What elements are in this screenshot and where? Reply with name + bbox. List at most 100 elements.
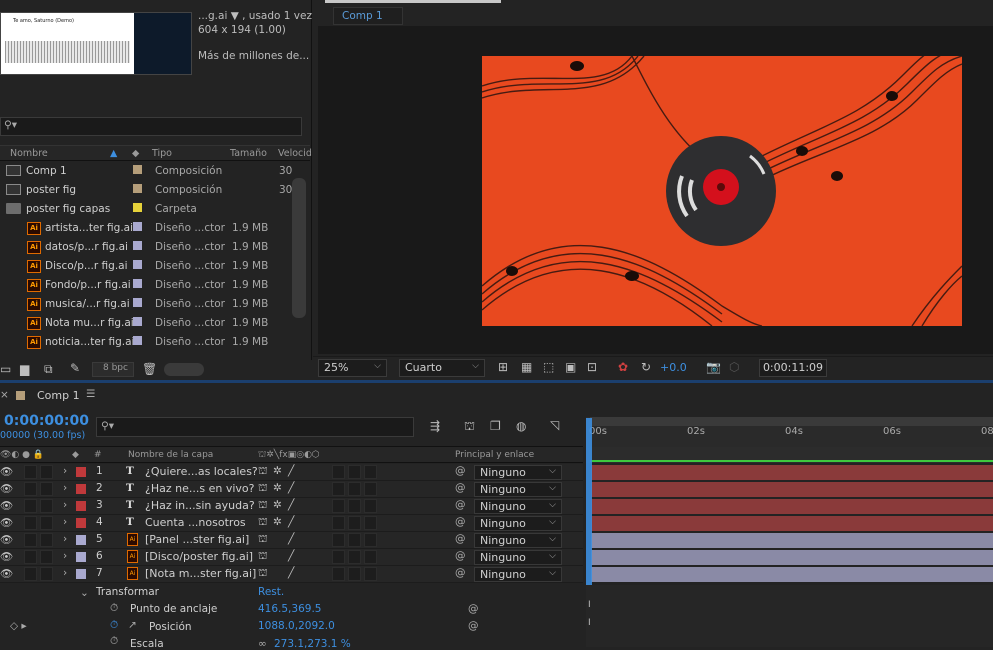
label-color[interactable] (133, 279, 142, 288)
label-color[interactable] (133, 336, 142, 345)
eye-icon[interactable]: 👁 (0, 550, 13, 563)
constrain-link-icon[interactable]: ∞ (258, 638, 267, 650)
stopwatch-icon[interactable]: ⏱ (110, 635, 118, 648)
guides-icon[interactable]: ⊡ (587, 360, 597, 374)
layer-row[interactable]: 👁 › 2 T ¿Haz ne...s en vivo? ⛫ ✲ ╱ @ Ninguno ⌵ (0, 481, 583, 498)
layer-row[interactable]: 👁 › 6 Ai [Disco/poster fig.ai] ⛫ ╱ @ Ninguno ⌵ (0, 549, 583, 566)
shy-switch-icon[interactable]: ⛫ (258, 499, 268, 513)
project-scrollbar[interactable] (292, 178, 306, 318)
pick-whip-icon[interactable]: @ (455, 499, 466, 511)
frame-blending-icon[interactable]: ◍ (516, 419, 526, 433)
layer-duration-bar[interactable] (591, 465, 993, 480)
lock-switch[interactable] (40, 550, 53, 564)
transform-reset-link[interactable]: Rest. (258, 586, 284, 598)
layer-row[interactable]: 👁 › 3 T ¿Haz in...sin ayuda? ⛫ ✲ ╱ @ Ninguno ⌵ (0, 498, 583, 515)
lock-switch[interactable] (40, 516, 53, 530)
anchor-point-value[interactable]: 416.5,369.5 (258, 603, 321, 615)
column-parent[interactable]: Principal y enlace (455, 450, 534, 460)
eye-icon[interactable]: 👁 (0, 567, 13, 580)
layer-name[interactable]: ¿Haz ne...s en vivo? (145, 482, 254, 495)
fast-previews-icon[interactable]: ⊞ (498, 360, 508, 374)
quality-switch-icon[interactable]: ╱ (288, 499, 294, 511)
solo-switch[interactable] (24, 465, 37, 479)
chevron-right-icon[interactable]: › (63, 533, 67, 545)
parent-select[interactable]: Ninguno ⌵ (474, 550, 562, 565)
parent-select[interactable]: Ninguno ⌵ (474, 465, 562, 480)
channels-icon[interactable]: ✿ (618, 360, 628, 374)
chevron-right-icon[interactable]: › (63, 550, 67, 562)
layer-label-color[interactable] (76, 501, 86, 511)
layer-label-color[interactable] (76, 535, 86, 545)
label-color[interactable] (133, 165, 142, 174)
quality-switch-icon[interactable]: ╱ (288, 465, 294, 477)
eye-icon[interactable]: 👁 (0, 516, 13, 529)
comp-mini-flowchart-icon[interactable]: ⇶ (430, 419, 440, 433)
solo-switch[interactable] (24, 499, 37, 513)
project-item[interactable]: poster fig capas Carpeta (0, 200, 290, 219)
chevron-right-icon[interactable]: › (63, 499, 67, 511)
project-item[interactable]: Ai noticia...ter fig.ai Diseño ...ctor 1.9 … (0, 333, 290, 352)
effect-switch[interactable] (332, 550, 345, 564)
tab-comp-1[interactable]: Comp 1 (333, 7, 403, 25)
chevron-right-icon[interactable]: › (63, 465, 67, 477)
graph-icon[interactable]: ↗ (128, 619, 137, 631)
parent-select[interactable]: Ninguno ⌵ (474, 567, 562, 582)
column-name[interactable]: Nombre (10, 148, 48, 159)
resolution-select[interactable]: Cuarto ⌵ (399, 359, 485, 377)
parent-select[interactable]: Ninguno ⌵ (474, 482, 562, 497)
pick-whip-icon[interactable]: @ (455, 550, 466, 562)
3d-layer-switch[interactable] (364, 499, 377, 513)
layer-name[interactable]: Cuenta ...nosotros (145, 516, 246, 529)
close-icon[interactable]: × (0, 389, 9, 401)
lock-switch[interactable] (40, 567, 53, 581)
collapse-switch-icon[interactable]: ✲ (273, 499, 282, 511)
3d-layer-switch[interactable] (364, 567, 377, 581)
chevron-down-icon[interactable]: ⌄ (80, 587, 89, 599)
3d-layer-switch[interactable] (364, 482, 377, 496)
current-time-display[interactable]: 0:00:11:09 (759, 359, 827, 377)
layer-row[interactable]: 👁 › 7 Ai [Nota m...ster fig.ai] ⛫ ╱ @ Ninguno ⌵ (0, 566, 583, 583)
effect-switch[interactable] (332, 516, 345, 530)
layer-name[interactable]: [Nota m...ster fig.ai] (145, 567, 256, 580)
interpret-footage-icon[interactable]: ▭ (0, 362, 11, 376)
collapse-switch-icon[interactable]: ✲ (273, 465, 282, 477)
3d-layer-switch[interactable] (364, 533, 377, 547)
pick-whip-icon[interactable]: @ (455, 465, 466, 477)
timeline-current-time[interactable]: 0:00:00:00 (4, 413, 89, 429)
shy-switch-icon[interactable]: ⛫ (258, 482, 268, 496)
panel-menu-icon[interactable]: ☰ (86, 388, 95, 400)
solo-switch[interactable] (24, 550, 37, 564)
quality-switch-icon[interactable]: ╱ (288, 533, 294, 545)
pick-whip-icon[interactable]: @ (455, 567, 466, 579)
new-folder-icon[interactable]: ▆ (20, 362, 29, 376)
label-color[interactable] (133, 222, 142, 231)
label-color[interactable] (133, 241, 142, 250)
label-color[interactable] (133, 184, 142, 193)
layer-label-color[interactable] (76, 552, 86, 562)
pick-whip-icon[interactable]: @ (455, 482, 466, 494)
effect-switch[interactable] (332, 567, 345, 581)
shy-switch-icon[interactable]: ⛫ (258, 516, 268, 530)
layer-name[interactable]: [Panel ...ster fig.ai] (145, 533, 249, 546)
effect-switch[interactable] (332, 533, 345, 547)
solo-switch[interactable] (24, 533, 37, 547)
eye-icon[interactable]: 👁 (0, 482, 13, 495)
column-size[interactable]: Tamaño (230, 148, 267, 159)
layer-duration-bar[interactable] (591, 567, 993, 582)
pick-whip-icon[interactable]: @ (468, 603, 479, 615)
label-color[interactable] (133, 317, 142, 326)
column-type[interactable]: Tipo (152, 148, 172, 159)
parent-select[interactable]: Ninguno ⌵ (474, 516, 562, 531)
tab-comp-1-timeline[interactable]: Comp 1 (37, 389, 80, 402)
solo-switch[interactable] (24, 516, 37, 530)
project-item[interactable]: Ai artista...ter fig.ai Diseño ...ctor 1.9 … (0, 219, 290, 238)
layer-duration-bar[interactable] (591, 550, 993, 565)
sort-ascending-icon[interactable]: ▲ (110, 148, 117, 159)
solo-switch[interactable] (24, 482, 37, 496)
hide-shy-layers-icon[interactable]: ❐ (490, 419, 501, 433)
layer-label-color[interactable] (76, 569, 86, 579)
label-tag-icon[interactable]: ◆ (132, 148, 139, 159)
motion-blur-switch[interactable] (348, 567, 361, 581)
lock-switch[interactable] (40, 465, 53, 479)
work-area-bar[interactable] (590, 417, 993, 426)
